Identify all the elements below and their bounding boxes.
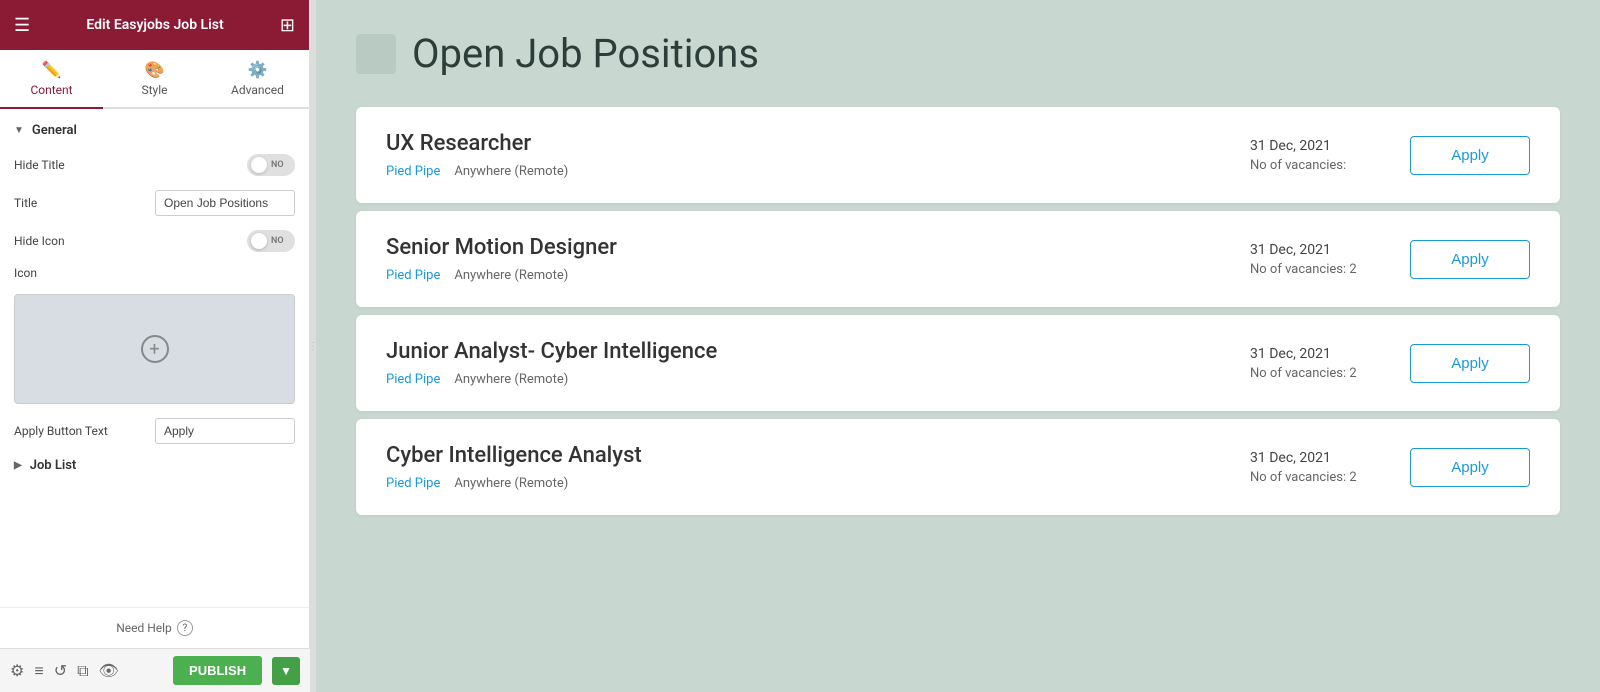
job-vacancies: No of vacancies: 2	[1250, 470, 1410, 485]
chevron-down-icon: ▼	[14, 125, 24, 136]
apply-button-4[interactable]: Apply	[1410, 448, 1530, 487]
icon-upload-area[interactable]: +	[14, 294, 295, 404]
hide-title-row: Hide Title NO	[14, 154, 295, 176]
job-location: Anywhere (Remote)	[454, 372, 568, 387]
grid-icon[interactable]: ⊞	[280, 15, 295, 36]
job-date: 31 Dec, 2021	[1250, 346, 1410, 362]
duplicate-icon[interactable]: ⧉	[77, 661, 88, 681]
toggle-knob	[251, 157, 267, 173]
job-company[interactable]: Pied Pipe	[386, 164, 440, 179]
left-panel: ☰ Edit Easyjobs Job List ⊞ ✏️ Content 🎨 …	[0, 0, 310, 692]
job-list-section-label: Job List	[30, 458, 77, 473]
page-title-area: Open Job Positions	[356, 30, 1560, 77]
tab-style[interactable]: 🎨 Style	[103, 50, 206, 107]
job-title: Cyber Intelligence Analyst	[386, 443, 1250, 468]
job-meta: 31 Dec, 2021 No of vacancies: 2	[1250, 242, 1410, 277]
page-title: Open Job Positions	[412, 30, 759, 77]
jobs-container: UX Researcher Pied Pipe Anywhere (Remote…	[356, 107, 1560, 515]
tab-content-label: Content	[30, 83, 72, 97]
job-info: Cyber Intelligence Analyst Pied Pipe Any…	[386, 443, 1250, 491]
job-tags: Pied Pipe Anywhere (Remote)	[386, 164, 1250, 179]
layers-icon[interactable]: ≡	[34, 661, 43, 681]
hide-icon-label: Hide Icon	[14, 234, 65, 248]
job-card: UX Researcher Pied Pipe Anywhere (Remote…	[356, 107, 1560, 203]
title-input[interactable]	[155, 190, 295, 216]
general-section-label: General	[32, 123, 77, 138]
hamburger-icon[interactable]: ☰	[14, 15, 30, 36]
job-location: Anywhere (Remote)	[454, 164, 568, 179]
job-company[interactable]: Pied Pipe	[386, 268, 440, 283]
history-icon[interactable]: ↺	[54, 661, 67, 680]
help-icon: ?	[177, 620, 193, 636]
publish-button[interactable]: PUBLISH	[173, 656, 262, 685]
job-date: 31 Dec, 2021	[1250, 138, 1410, 154]
panel-tabs: ✏️ Content 🎨 Style ⚙️ Advanced	[0, 50, 309, 109]
upload-plus-icon: +	[141, 335, 169, 363]
apply-button-1[interactable]: Apply	[1410, 136, 1530, 175]
tab-style-label: Style	[141, 83, 167, 97]
job-meta: 31 Dec, 2021 No of vacancies: 2	[1250, 450, 1410, 485]
right-panel: Open Job Positions UX Researcher Pied Pi…	[316, 0, 1600, 692]
job-vacancies: No of vacancies: 2	[1250, 366, 1410, 381]
job-info: UX Researcher Pied Pipe Anywhere (Remote…	[386, 131, 1250, 179]
toggle-no-label-2: NO	[271, 236, 284, 246]
job-tags: Pied Pipe Anywhere (Remote)	[386, 372, 1250, 387]
hide-title-toggle[interactable]: NO	[247, 154, 295, 176]
apply-button-text-input[interactable]	[155, 418, 295, 444]
job-title: Junior Analyst- Cyber Intelligence	[386, 339, 1250, 364]
tab-advanced-label: Advanced	[231, 83, 284, 97]
tab-advanced[interactable]: ⚙️ Advanced	[206, 50, 309, 107]
need-help-label: Need Help	[116, 621, 172, 635]
job-tags: Pied Pipe Anywhere (Remote)	[386, 268, 1250, 283]
job-tags: Pied Pipe Anywhere (Remote)	[386, 476, 1250, 491]
hide-icon-toggle[interactable]: NO	[247, 230, 295, 252]
job-card: Junior Analyst- Cyber Intelligence Pied …	[356, 315, 1560, 411]
job-date: 31 Dec, 2021	[1250, 450, 1410, 466]
page-title-icon	[356, 34, 396, 74]
icon-label: Icon	[14, 266, 37, 280]
job-vacancies: No of vacancies: 2	[1250, 262, 1410, 277]
job-vacancies: No of vacancies:	[1250, 158, 1410, 173]
panel-header: ☰ Edit Easyjobs Job List ⊞	[0, 0, 309, 50]
job-date: 31 Dec, 2021	[1250, 242, 1410, 258]
chevron-right-icon: ▶	[14, 460, 22, 471]
tab-content[interactable]: ✏️ Content	[0, 50, 103, 109]
job-title: Senior Motion Designer	[386, 235, 1250, 260]
settings-icon[interactable]: ⚙	[10, 661, 24, 680]
content-icon: ✏️	[42, 60, 62, 79]
panel-footer: Need Help ?	[0, 607, 309, 648]
apply-button-3[interactable]: Apply	[1410, 344, 1530, 383]
toggle-knob-2	[251, 233, 267, 249]
job-card: Cyber Intelligence Analyst Pied Pipe Any…	[356, 419, 1560, 515]
job-company[interactable]: Pied Pipe	[386, 372, 440, 387]
hide-title-label: Hide Title	[14, 158, 65, 172]
job-info: Junior Analyst- Cyber Intelligence Pied …	[386, 339, 1250, 387]
job-location: Anywhere (Remote)	[454, 476, 568, 491]
eye-icon[interactable]: 👁	[99, 661, 119, 680]
job-location: Anywhere (Remote)	[454, 268, 568, 283]
bottom-bar: ⚙ ≡ ↺ ⧉ 👁 PUBLISH ▼	[0, 648, 310, 692]
general-section-header[interactable]: ▼ General	[14, 123, 295, 138]
icon-label-row: Icon	[14, 266, 295, 280]
job-title: UX Researcher	[386, 131, 1250, 156]
job-meta: 31 Dec, 2021 No of vacancies: 2	[1250, 346, 1410, 381]
need-help-link[interactable]: Need Help ?	[14, 620, 295, 636]
panel-body: ▼ General Hide Title NO Title Hide Icon …	[0, 109, 309, 692]
apply-button-text-label: Apply Button Text	[14, 424, 108, 438]
job-company[interactable]: Pied Pipe	[386, 476, 440, 491]
title-field-label: Title	[14, 196, 37, 210]
toggle-no-label: NO	[271, 160, 284, 170]
style-icon: 🎨	[145, 60, 165, 79]
job-list-section-header[interactable]: ▶ Job List	[14, 458, 295, 473]
job-meta: 31 Dec, 2021 No of vacancies:	[1250, 138, 1410, 173]
job-info: Senior Motion Designer Pied Pipe Anywher…	[386, 235, 1250, 283]
panel-title: Edit Easyjobs Job List	[30, 17, 280, 33]
advanced-icon: ⚙️	[248, 60, 268, 79]
hide-icon-row: Hide Icon NO	[14, 230, 295, 252]
apply-button-text-row: Apply Button Text	[14, 418, 295, 444]
title-row: Title	[14, 190, 295, 216]
publish-dropdown-button[interactable]: ▼	[272, 657, 300, 685]
job-card: Senior Motion Designer Pied Pipe Anywher…	[356, 211, 1560, 307]
apply-button-2[interactable]: Apply	[1410, 240, 1530, 279]
